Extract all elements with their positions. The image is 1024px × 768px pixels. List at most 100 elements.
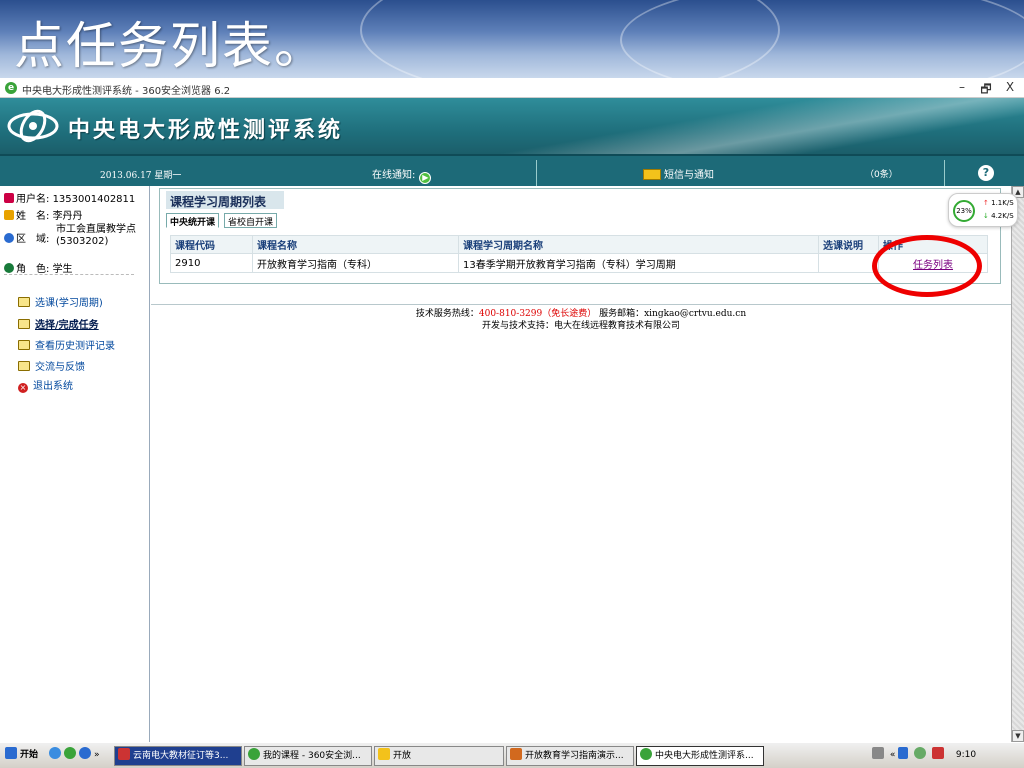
browser-titlebar: e 中央电大形成性测评系统 - 360安全浏览器 6.2 – 🗗 X	[0, 78, 1024, 98]
menu-label: 查看历史测评记录	[35, 341, 115, 352]
username-value: 1353001402811	[52, 194, 136, 205]
sidebar: 用户名: 1353001402811 姓 名: 李丹丹 区 域: 市工会直属教学…	[0, 186, 150, 742]
taskbar-item-label: 开放	[393, 751, 412, 761]
table-row: 2910 开放教育学习指南（专科） 13春季学期开放教育学习指南（专科）学习周期…	[170, 253, 988, 273]
browser-icon[interactable]	[64, 747, 76, 759]
main-content: 课程学习周期列表 中央统开课 省校自开课 课程代码 课程名称 课程学习周期名称 …	[151, 186, 1011, 742]
taskbar-item-label: 中央电大形成性测评系...	[655, 751, 754, 761]
role-icon	[4, 263, 14, 273]
volume-icon[interactable]	[898, 747, 909, 759]
column-header: 课程名称	[252, 235, 459, 254]
browser-icon: e	[5, 82, 17, 94]
scroll-down-button[interactable]: ▼	[1012, 730, 1024, 742]
keyboard-icon[interactable]	[872, 747, 884, 759]
taskbar-item[interactable]: 开放教育学习指南演示...	[506, 746, 634, 766]
menu-label: 选课(学习周期)	[35, 298, 103, 309]
user-region: 区 域:	[4, 230, 49, 245]
ie-icon[interactable]	[49, 747, 61, 759]
speed-percent: 23%	[953, 200, 975, 222]
envelope-icon	[643, 169, 661, 180]
hotline-number: 400-810-3299（免长途费）	[478, 309, 597, 319]
cell-course-code: 2910	[170, 253, 253, 273]
help-icon[interactable]: ?	[978, 165, 994, 181]
course-period-panel: 课程学习周期列表 中央统开课 省校自开课 课程代码 课程名称 课程学习周期名称 …	[159, 188, 1001, 297]
exit-icon: ×	[18, 383, 28, 393]
windows-icon	[5, 747, 17, 759]
menu-item-history[interactable]: 查看历史测评记录	[18, 337, 115, 352]
taskbar-item[interactable]: 云南电大教材征订等3...	[114, 746, 242, 766]
browser-icon	[248, 748, 260, 760]
menu-label: 退出系统	[33, 381, 73, 392]
sidebar-divider	[4, 274, 134, 275]
book-icon	[18, 361, 30, 371]
system-tray: « 9:10	[872, 746, 1022, 766]
app-icon	[118, 748, 130, 760]
menu-item-feedback[interactable]: 交流与反馈	[18, 358, 85, 373]
network-speed-widget[interactable]: 23% ↑ 1.1K/S ↓ 4.2K/S	[948, 193, 1018, 227]
taskbar-item-label: 云南电大教材征订等3...	[133, 751, 229, 761]
sms-notice-link[interactable]: 短信与通知	[643, 166, 714, 181]
footer-line-1: 技术服务热线：400-810-3299（免长途费） 服务邮箱：xingkao@c…	[151, 308, 1011, 320]
menu-item-tasks[interactable]: 选择/完成任务	[18, 316, 99, 331]
cell-period-name: 13春季学期开放教育学习指南（专科）学习周期	[458, 253, 819, 273]
user-role: 角 色: 学生	[4, 260, 73, 275]
nav-bar: 2013.06.17 星期一 在线通知: ▶ 短信与通知 （0条） ?	[0, 154, 1024, 186]
browser-icon	[640, 748, 652, 760]
browser-icon[interactable]	[79, 747, 91, 759]
service-email: 服务邮箱：xingkao@crtvu.edu.cn	[596, 309, 747, 319]
tab-provincial-courses[interactable]: 省校自开课	[224, 213, 278, 228]
book-icon	[18, 297, 30, 307]
upload-speed: ↑ 1.1K/S	[983, 199, 1014, 207]
network-icon[interactable]	[932, 747, 945, 759]
footer-divider	[151, 304, 1011, 305]
taskbar-item-label: 开放教育学习指南演示...	[525, 751, 624, 761]
quick-launch[interactable]: »	[46, 746, 112, 766]
globe-icon	[4, 233, 14, 243]
nav-divider	[944, 160, 945, 186]
taskbar-item[interactable]: 开放	[374, 746, 504, 766]
download-value: 4.2K/S	[991, 212, 1014, 220]
taskbar-item[interactable]: 我的课程 - 360安全浏...	[244, 746, 372, 766]
security-icon[interactable]	[914, 747, 927, 759]
name-label: 姓 名:	[16, 211, 50, 222]
table-header-row: 课程代码 课程名称 课程学习周期名称 选课说明 操作	[170, 235, 988, 254]
slide-title: 点任务列表。	[14, 17, 326, 75]
clock[interactable]: 9:10	[956, 750, 976, 760]
menu-item-logout[interactable]: × 退出系统	[18, 377, 73, 393]
tab-central-courses[interactable]: 中央统开课	[166, 213, 220, 228]
cell-course-name: 开放教育学习指南（专科）	[252, 253, 459, 273]
close-button[interactable]: X	[1000, 80, 1020, 94]
site-banner: 中央电大形成性测评系统	[0, 98, 1024, 154]
footer: 技术服务热线：400-810-3299（免长途费） 服务邮箱：xingkao@c…	[151, 308, 1011, 332]
user-icon	[4, 193, 14, 203]
column-header: 课程代码	[170, 235, 253, 254]
banner-wave	[464, 98, 1024, 154]
username-label: 用户名:	[16, 194, 50, 205]
column-header: 课程学习周期名称	[458, 235, 819, 254]
tray-expand-icon[interactable]: «	[890, 750, 896, 760]
book-icon	[18, 340, 30, 350]
online-notice[interactable]: 在线通知: ▶	[372, 166, 432, 184]
menu-item-select-course[interactable]: 选课(学习周期)	[18, 294, 103, 309]
online-notice-label: 在线通知:	[372, 170, 416, 181]
folder-icon	[378, 748, 390, 760]
message-count: （0条）	[865, 170, 898, 180]
nav-divider	[536, 160, 537, 186]
name-value: 李丹丹	[52, 211, 83, 222]
minimize-button[interactable]: –	[952, 80, 972, 94]
sms-notice-label: 短信与通知	[664, 170, 714, 181]
slides-icon	[510, 748, 522, 760]
current-date: 2013.06.17 星期一	[100, 171, 182, 181]
site-name: 中央电大形成性测评系统	[68, 118, 344, 143]
slide-title-bar: 点任务列表。	[0, 0, 1024, 78]
taskbar-item-active[interactable]: 中央电大形成性测评系...	[636, 746, 764, 766]
highlight-circle	[872, 235, 982, 297]
region-label: 区 域:	[16, 234, 50, 245]
course-table: 课程代码 课程名称 课程学习周期名称 选课说明 操作 2910 开放教育学习指南…	[170, 235, 988, 273]
menu-label: 交流与反馈	[35, 362, 85, 373]
vertical-scrollbar[interactable]: ▲ ▼	[1011, 186, 1024, 742]
start-button[interactable]: 开始	[2, 746, 42, 766]
online-notice-icon[interactable]: ▶	[419, 172, 432, 184]
window-title: 中央电大形成性测评系统 - 360安全浏览器 6.2	[22, 86, 231, 97]
start-label: 开始	[20, 750, 39, 760]
